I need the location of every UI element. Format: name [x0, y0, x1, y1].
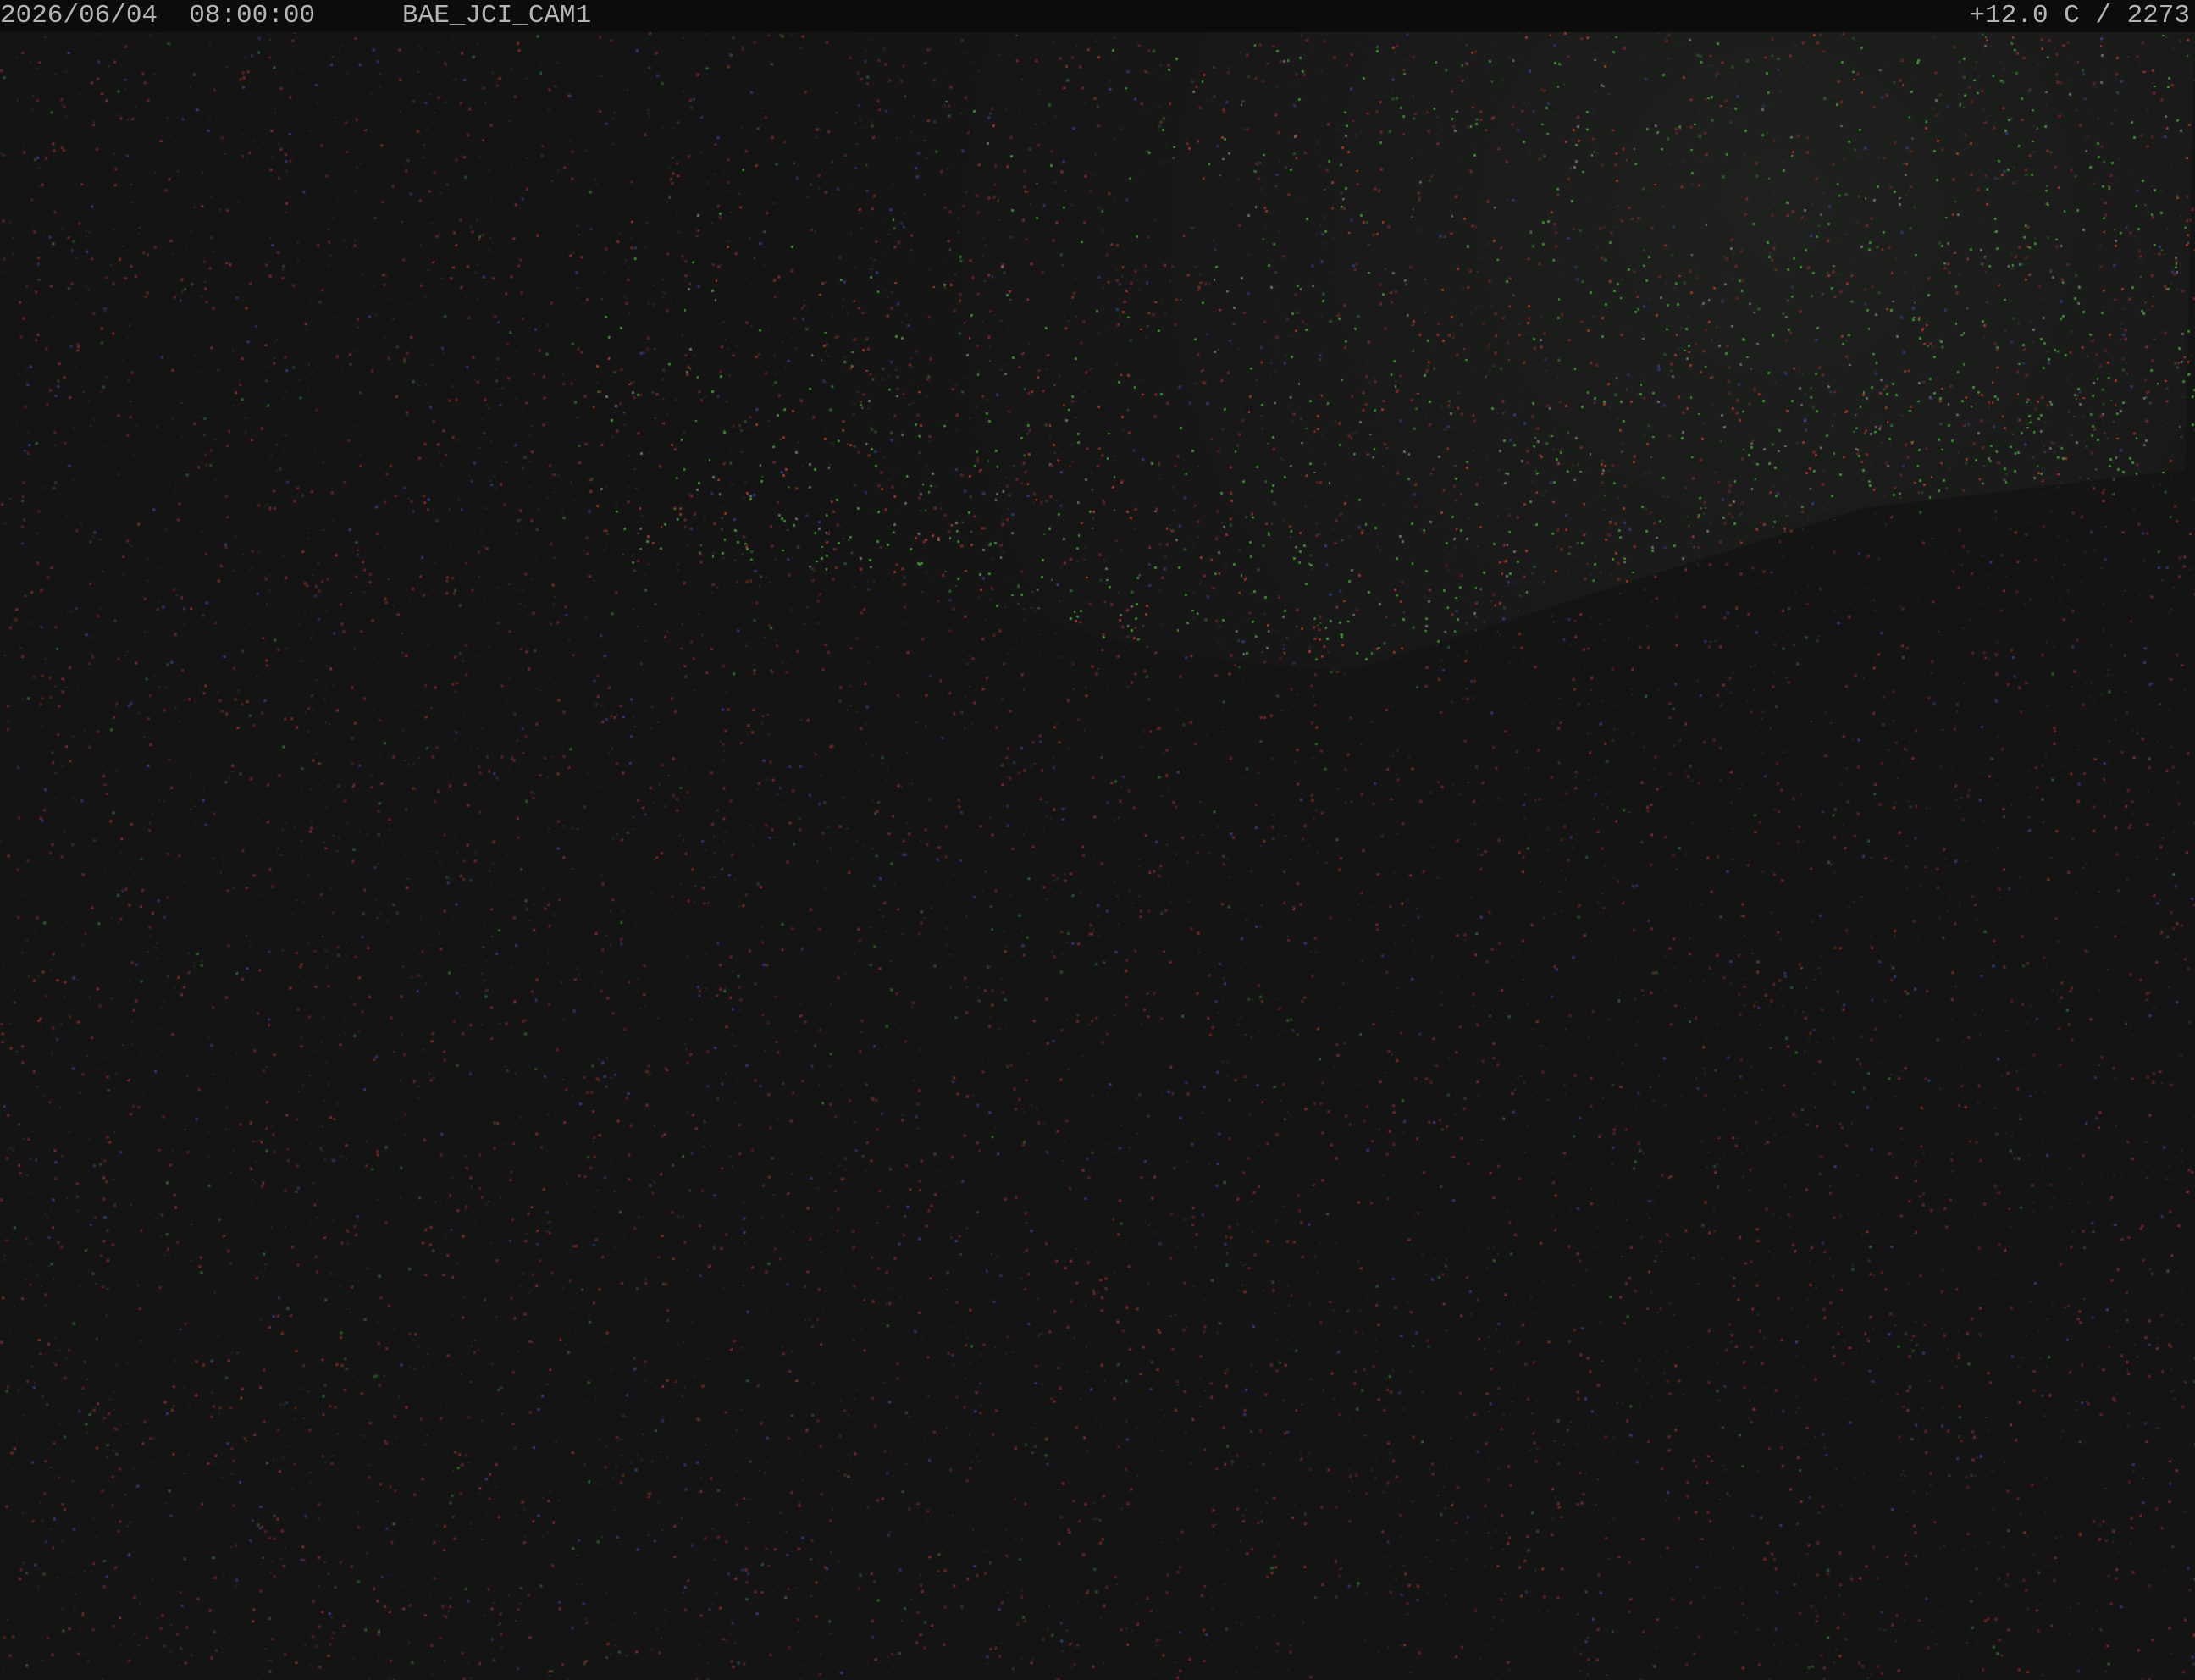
camera-overlay-bar: 2026/06/04 08:00:00 BAE_JCI_CAM1 +12.0 C… [0, 0, 2195, 32]
camera-frame: 2026/06/04 08:00:00 BAE_JCI_CAM1 +12.0 C… [0, 0, 2195, 1680]
night-sky-scene [0, 32, 2195, 1680]
camera-id-text: BAE_JCI_CAM1 [402, 1, 592, 30]
timestamp-text: 2026/06/04 08:00:00 [0, 1, 316, 30]
temperature-readout-text: +12.0 C / 2273 [1969, 1, 2190, 30]
